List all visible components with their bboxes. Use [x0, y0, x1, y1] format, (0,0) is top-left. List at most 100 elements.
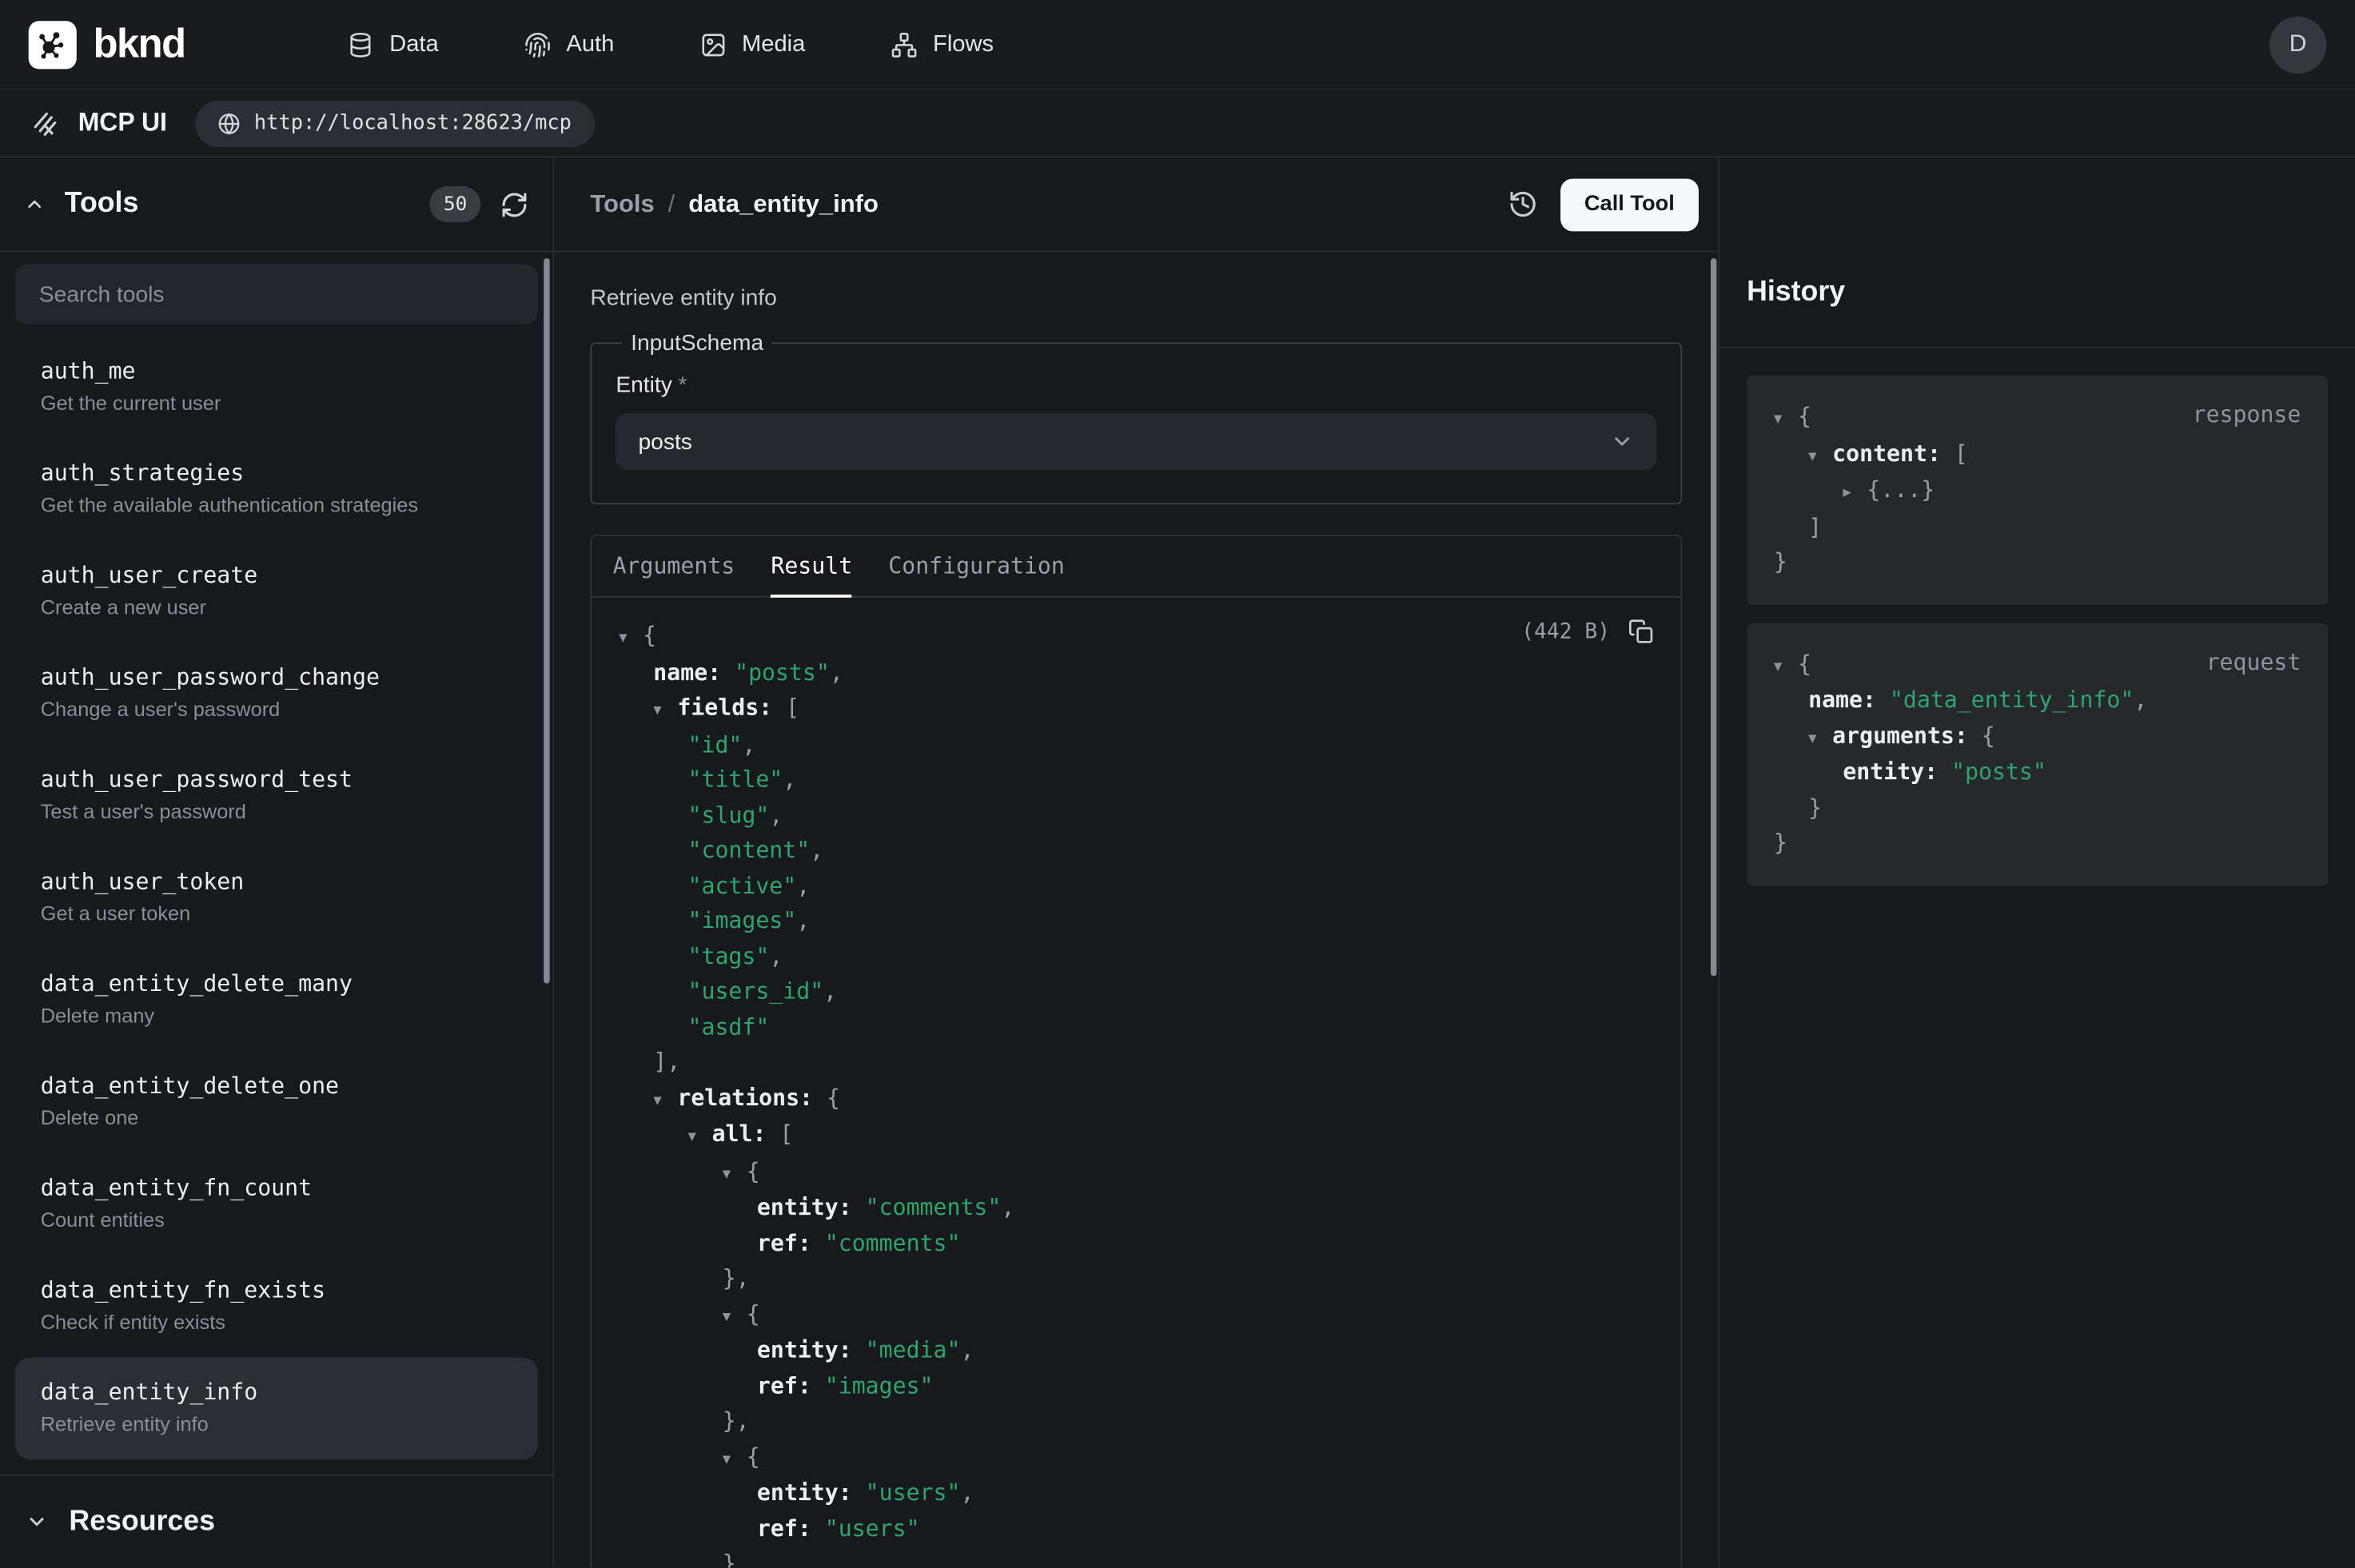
input-schema-fieldset: InputSchema Entity* posts [590, 330, 1682, 504]
sidebar-scrollbar[interactable] [544, 258, 550, 983]
collapse-node-icon[interactable]: ▾ [723, 1441, 747, 1476]
tool-list-item-data_entity_info[interactable]: data_entity_infoRetrieve entity info [15, 1357, 538, 1459]
tool-description: Delete many [41, 1005, 512, 1027]
json-line: "slug", [619, 798, 1654, 834]
nav-item-label: Media [742, 31, 805, 58]
tools-list-panel: auth_meGet the current userauth_strategi… [0, 253, 552, 1474]
collapse-node-icon[interactable]: ▾ [1774, 401, 1798, 436]
tool-list-item-auth_user_password_change[interactable]: auth_user_password_changeChange a user's… [15, 643, 538, 745]
collapse-tools-button[interactable] [24, 193, 45, 214]
tool-list-item-data_entity_delete_one[interactable]: data_entity_delete_oneDelete one [15, 1051, 538, 1153]
history-entry-tag: request [2206, 648, 2301, 675]
refresh-tools-button[interactable] [500, 190, 529, 219]
mcp-bar: MCP UI http://localhost:28623/mcp [0, 90, 2355, 158]
input-schema-legend: InputSchema [622, 330, 773, 356]
collapse-node-icon[interactable]: ▾ [653, 1082, 677, 1117]
tool-name: auth_user_create [41, 562, 512, 589]
collapse-node-icon[interactable]: ▾ [653, 692, 677, 727]
required-mark: * [678, 372, 687, 398]
nav-item-flows[interactable]: Flows [891, 31, 994, 58]
json-string-value: "comments" [825, 1229, 961, 1256]
json-punctuation: } [1774, 548, 1787, 575]
collapse-node-icon[interactable]: ▾ [1808, 438, 1832, 473]
collapse-node-icon[interactable]: ▾ [688, 1119, 712, 1154]
chevron-down-icon [1610, 429, 1634, 453]
top-nav: bknd Data Auth Media Flows D [0, 0, 2355, 90]
nav-item-data[interactable]: Data [348, 31, 439, 58]
mcp-url-pill[interactable]: http://localhost:28623/mcp [196, 100, 595, 146]
tool-list-item-auth_strategies[interactable]: auth_strategiesGet the available authent… [15, 439, 538, 541]
collapse-node-icon[interactable]: ▾ [1774, 648, 1798, 683]
json-string-value: "posts" [1951, 758, 2046, 786]
tab-result[interactable]: Result [753, 536, 871, 596]
json-punctuation: { [643, 622, 656, 649]
tool-name: data_entity_fn_exists [41, 1276, 512, 1303]
json-key: ref: [757, 1229, 811, 1256]
breadcrumb-current: data_entity_info [688, 190, 879, 219]
main-scrollbar[interactable] [1711, 258, 1717, 976]
collapse-node-icon[interactable]: ▾ [1808, 720, 1832, 755]
database-icon [348, 31, 375, 58]
history-header: History [1719, 157, 2355, 348]
collapse-node-icon[interactable]: ▾ [723, 1156, 747, 1191]
history-entry-response[interactable]: response▾{▾content: [▸{...}]} [1747, 376, 2328, 605]
tool-list-item-auth_user_password_test[interactable]: auth_user_password_test Test a user's pas… [15, 745, 538, 847]
copy-button[interactable] [1628, 619, 1654, 644]
nav-item-media[interactable]: Media [699, 31, 805, 58]
tab-configuration[interactable]: Configuration [871, 536, 1083, 596]
json-line: ▾{ [619, 1296, 1654, 1333]
expand-node-icon[interactable]: ▸ [1843, 475, 1867, 510]
nav-item-auth[interactable]: Auth [524, 31, 615, 58]
image-icon [699, 31, 727, 58]
json-line: "title", [619, 762, 1654, 798]
tool-list-item-auth_user_token[interactable]: auth_user_tokenGet a user token [15, 847, 538, 949]
json-punctuation: { [1982, 722, 1995, 749]
history-entry-request[interactable]: request▾{name: "data_entity_info",▾argum… [1747, 623, 2328, 885]
user-avatar[interactable]: D [2269, 16, 2326, 73]
resources-section-header[interactable]: Resources [0, 1474, 552, 1567]
entity-field-label: Entity* [616, 372, 1656, 398]
search-tools-input[interactable] [15, 265, 538, 324]
call-tool-button[interactable]: Call Tool [1560, 178, 1699, 231]
json-punctuation: {...} [1867, 476, 1935, 503]
json-key: fields: [677, 694, 772, 721]
json-punctuation: { [1798, 650, 1811, 677]
entity-select[interactable]: posts [616, 413, 1656, 470]
history-button[interactable] [1508, 189, 1538, 220]
main-panel: Tools / data_entity_info Call Tool Retri… [554, 157, 1718, 1567]
json-punctuation: } [723, 1407, 736, 1434]
result-json-view: (442 B) ▾{name: "posts",▾fields: ["id","… [592, 598, 1680, 1568]
history-panel: History response▾{▾content: [▸{...}]} req… [1718, 157, 2355, 1567]
resources-title: Resources [69, 1506, 215, 1538]
tool-list-item-data_entity_fn_count[interactable]: data_entity_fn_countCount entities [15, 1153, 538, 1256]
json-string-value: "id" [688, 730, 743, 758]
json-string-value: "users" [825, 1514, 920, 1542]
refresh-icon [500, 190, 529, 219]
tool-name: auth_user_token [41, 868, 512, 895]
breadcrumb-tools-link[interactable]: Tools [590, 190, 654, 219]
fingerprint-icon [524, 31, 552, 58]
tool-list-item-data_entity_fn_exists[interactable]: data_entity_fn_existsCheck if entity exi… [15, 1256, 538, 1358]
json-string-value: "active" [688, 872, 797, 899]
brand-logo[interactable]: bknd [29, 20, 185, 68]
json-line: ▾content: [ [1774, 436, 2301, 473]
collapse-node-icon[interactable]: ▾ [723, 1298, 747, 1333]
json-string-value: "images" [825, 1371, 934, 1399]
tool-list-item-auth_user_create[interactable]: auth_user_createCreate a new user [15, 540, 538, 643]
json-punctuation: ] [1808, 513, 1822, 540]
tool-list-item-auth_me[interactable]: auth_meGet the current user [15, 336, 538, 439]
json-punctuation: ] [653, 1048, 667, 1075]
json-string-value: "images" [688, 907, 797, 934]
tool-name: data_entity_delete_many [41, 970, 512, 997]
tool-list-item-data_entity_delete_many[interactable]: data_entity_delete_many Delete many [15, 949, 538, 1051]
tool-name: auth_user_password_test [41, 766, 512, 793]
tool-description: Test a user's password [41, 800, 512, 822]
json-line: entity: "media", [619, 1333, 1654, 1368]
tools-header: Tools 50 [0, 157, 552, 252]
json-string-value: "posts" [735, 659, 830, 686]
collapse-node-icon[interactable]: ▾ [619, 620, 643, 655]
tool-description: Retrieve entity info [590, 285, 1682, 311]
result-panel: ArgumentsResultConfiguration (442 B) [590, 535, 1682, 1568]
tool-description: Count entities [41, 1208, 512, 1231]
tab-arguments[interactable]: Arguments [595, 536, 753, 596]
